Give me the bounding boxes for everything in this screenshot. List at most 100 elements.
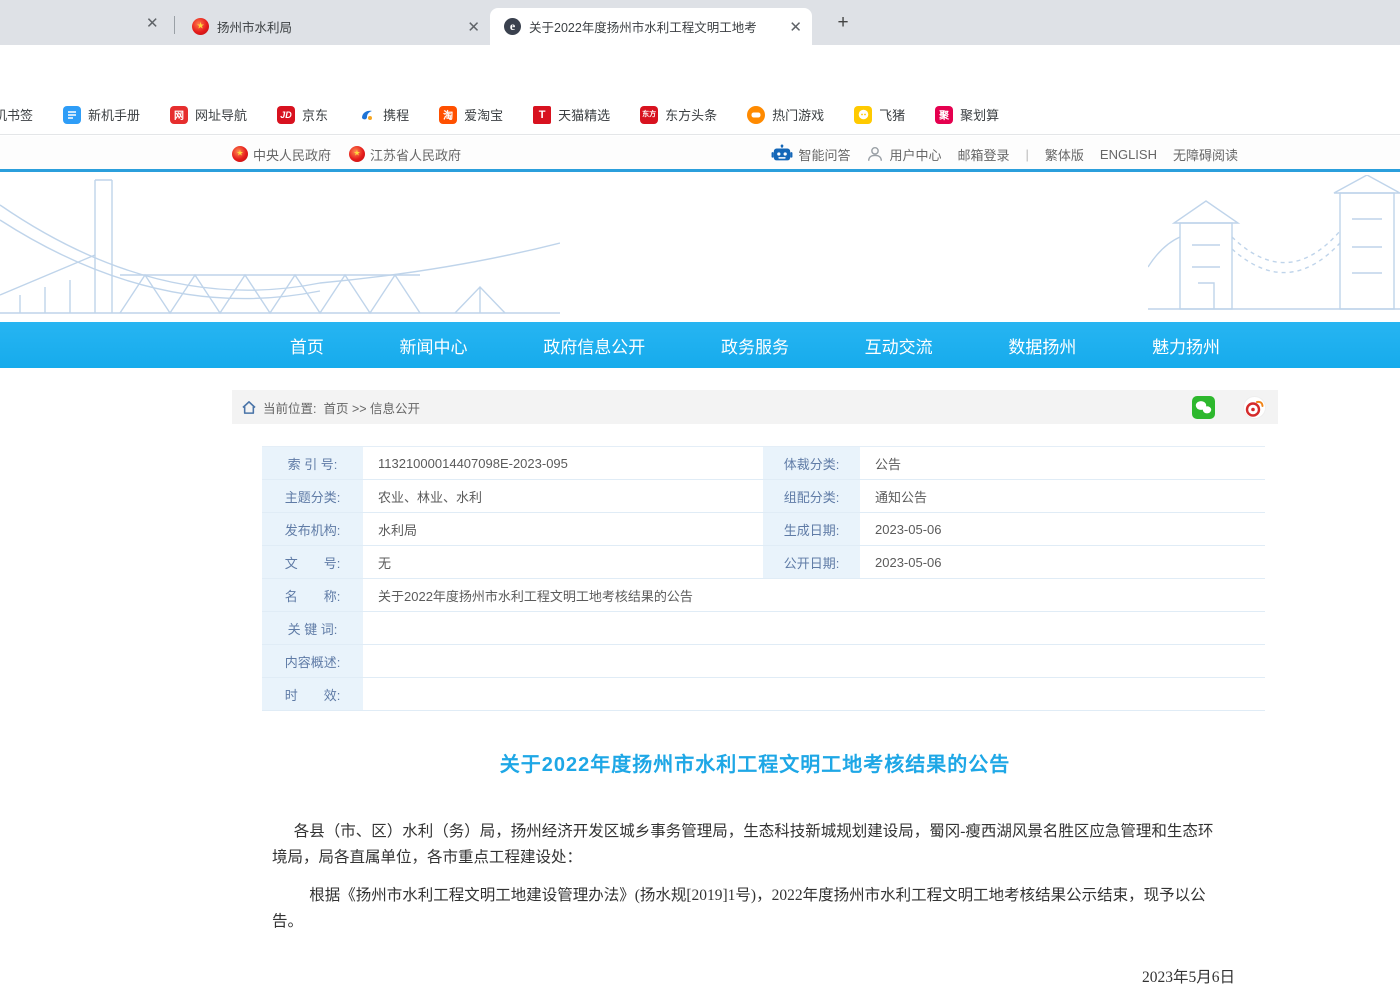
tab-title: 关于2022年度扬州市水利工程文明工地考: [529, 17, 781, 36]
meta-label-index-no: 索 引 号:: [262, 447, 365, 479]
link-central-gov[interactable]: 中央人民政府: [232, 145, 331, 164]
meta-label-keywords: 关 键 词:: [262, 612, 365, 644]
link-label: 繁体版: [1045, 145, 1084, 164]
bookmark-fliggy[interactable]: 飞猪: [854, 105, 905, 124]
nav-interaction[interactable]: 互动交流: [865, 333, 933, 358]
table-row: 发布机构: 水利局 生成日期: 2023-05-06: [262, 513, 1265, 546]
close-icon[interactable]: ✕: [146, 14, 159, 32]
gov-emblem-icon: [349, 146, 365, 162]
bookmark-jd[interactable]: JD 京东: [277, 105, 328, 124]
bookmark-label: 聚划算: [960, 105, 999, 124]
article-paragraph: 各县（市、区）水利（务）局，扬州经济开发区城乡事务管理局，生态科技新城规划建设局…: [272, 819, 1228, 871]
meta-value-genre: 公告: [862, 447, 1265, 479]
metadata-table: 索 引 号: 11321000014407098E-2023-095 体裁分类:…: [262, 446, 1265, 711]
manual-icon: [63, 106, 81, 124]
weibo-share-icon[interactable]: [1243, 396, 1266, 419]
meta-value-publish-date: 2023-05-06: [862, 546, 1265, 578]
table-row: 文 号: 无 公开日期: 2023-05-06: [262, 546, 1265, 579]
meta-label-summary: 内容概述:: [262, 645, 365, 677]
bookmark-phone-bookmarks[interactable]: 机书签: [0, 105, 33, 124]
bookmark-label: 热门游戏: [772, 105, 824, 124]
link-accessibility[interactable]: 无障碍阅读: [1173, 145, 1238, 164]
bookmark-aitaobao[interactable]: 淘 爱淘宝: [439, 105, 503, 124]
bookmark-label: 机书签: [0, 105, 33, 124]
topbar-separator: |: [1026, 147, 1029, 162]
main-nav: 首页 新闻中心 政府信息公开 政务服务 互动交流 数据扬州 魅力扬州: [0, 322, 1400, 368]
meta-value-keywords: [365, 612, 1265, 644]
tmall-icon: T: [533, 106, 551, 124]
nav-info-disclosure[interactable]: 政府信息公开: [543, 333, 645, 358]
bookmark-label: 爱淘宝: [464, 105, 503, 124]
user-icon: [866, 145, 884, 163]
gov-topbar: 中央人民政府 江苏省人民政府 智能问答 用户中心 邮箱登录 | 繁体版: [0, 136, 1400, 172]
meta-value-index-no: 11321000014407098E-2023-095: [365, 447, 763, 479]
nav-charm-yangzhou[interactable]: 魅力扬州: [1152, 333, 1220, 358]
meta-value-topic: 农业、林业、水利: [365, 480, 763, 512]
home-icon[interactable]: [242, 401, 256, 414]
link-label: 无障碍阅读: [1173, 145, 1238, 164]
screen: ✕ 扬州市水利局 ✕ e 关于2022年度扬州市水利工程文明工地考 ✕ + 不安…: [0, 0, 1400, 997]
meta-label-doc-no: 文 号:: [262, 546, 365, 578]
meta-label-name: 名 称:: [262, 579, 365, 611]
table-row: 索 引 号: 11321000014407098E-2023-095 体裁分类:…: [262, 447, 1265, 480]
article-title: 关于2022年度扬州市水利工程文明工地考核结果的公告: [232, 748, 1278, 777]
breadcrumb-path[interactable]: 首页 >> 信息公开: [323, 398, 420, 417]
link-label: 邮箱登录: [957, 145, 1009, 164]
fliggy-pig-icon: [854, 106, 872, 124]
article-body: 各县（市、区）水利（务）局，扬州经济开发区城乡事务管理局，生态科技新城规划建设局…: [232, 819, 1278, 997]
bookmark-manual[interactable]: 新机手册: [63, 105, 140, 124]
link-jiangsu-gov[interactable]: 江苏省人民政府: [349, 145, 461, 164]
bookmark-eastday[interactable]: 东方 东方头条: [640, 105, 717, 124]
tab-title: 扬州市水利局: [217, 17, 459, 36]
tab-active-announcement[interactable]: e 关于2022年度扬州市水利工程文明工地考 ✕: [490, 8, 812, 45]
meta-value-validity: [365, 678, 1265, 710]
bookmark-label: 飞猪: [879, 105, 905, 124]
meta-value-group: 通知公告: [862, 480, 1265, 512]
table-row: 时 效:: [262, 678, 1265, 711]
nav-home[interactable]: 首页: [290, 333, 324, 358]
link-mail-login[interactable]: 邮箱登录: [957, 145, 1009, 164]
close-icon[interactable]: ✕: [467, 18, 480, 36]
new-tab-button[interactable]: +: [830, 10, 856, 36]
meta-label-publish-date: 公开日期:: [763, 546, 862, 578]
meta-label-create-date: 生成日期:: [763, 513, 862, 545]
bookmark-site-nav[interactable]: 网 网址导航: [170, 105, 247, 124]
nav-gov-services[interactable]: 政务服务: [721, 333, 789, 358]
bookmark-ctrip[interactable]: 携程: [358, 105, 409, 124]
bookmark-tmall[interactable]: T 天猫精选: [533, 105, 610, 124]
table-row: 关 键 词:: [262, 612, 1265, 645]
tab-yangzhou-water-bureau[interactable]: 扬州市水利局 ✕: [178, 8, 490, 45]
meta-label-genre: 体裁分类:: [763, 447, 862, 479]
close-icon[interactable]: ✕: [789, 18, 802, 36]
robot-icon: [771, 144, 793, 164]
link-user-center[interactable]: 用户中心: [866, 145, 941, 164]
juhuasuan-icon: 聚: [935, 106, 953, 124]
gamepad-icon: [747, 106, 765, 124]
nav-news-center[interactable]: 新闻中心: [400, 333, 468, 358]
link-traditional[interactable]: 繁体版: [1045, 145, 1084, 164]
bookmark-juhuasuan[interactable]: 聚 聚划算: [935, 105, 999, 124]
bookmark-hot-games[interactable]: 热门游戏: [747, 105, 824, 124]
link-english[interactable]: ENGLISH: [1100, 147, 1157, 162]
meta-value-doc-no: 无: [365, 546, 763, 578]
browser-toolbar: 不安全 yangzhou.gov.cn/yzszxxgk/slj/202305/…: [0, 45, 1400, 95]
bridge-sketch-right: [1148, 175, 1400, 322]
taobao-icon: 淘: [439, 106, 457, 124]
meta-value-name: 关于2022年度扬州市水利工程文明工地考核结果的公告: [365, 579, 1265, 611]
meta-label-agency: 发布机构:: [262, 513, 365, 545]
meta-label-group: 组配分类:: [763, 480, 862, 512]
site-banner: ★ 扬州市人民政府 W W W . Y A N G Z H O U . G O …: [0, 175, 1400, 322]
meta-value-agency: 水利局: [365, 513, 763, 545]
meta-label-topic: 主题分类:: [262, 480, 365, 512]
bookmarks-bar: 机书签 新机手册 网 网址导航 JD 京东 携程 淘 爱淘宝 T 天猫精选 东方…: [0, 95, 1400, 135]
link-label: ENGLISH: [1100, 147, 1157, 162]
link-label: 智能问答: [798, 145, 850, 164]
wechat-share-icon[interactable]: [1192, 396, 1215, 419]
bookmark-label: 天猫精选: [558, 105, 610, 124]
article-date: 2023年5月6日: [232, 965, 1235, 991]
breadcrumb-location-label: 当前位置:: [263, 398, 316, 417]
tab-strip: ✕ 扬州市水利局 ✕ e 关于2022年度扬州市水利工程文明工地考 ✕ +: [0, 0, 1400, 45]
nav-data-yangzhou[interactable]: 数据扬州: [1008, 333, 1076, 358]
link-smart-qa[interactable]: 智能问答: [771, 144, 850, 164]
meta-label-validity: 时 效:: [262, 678, 365, 710]
